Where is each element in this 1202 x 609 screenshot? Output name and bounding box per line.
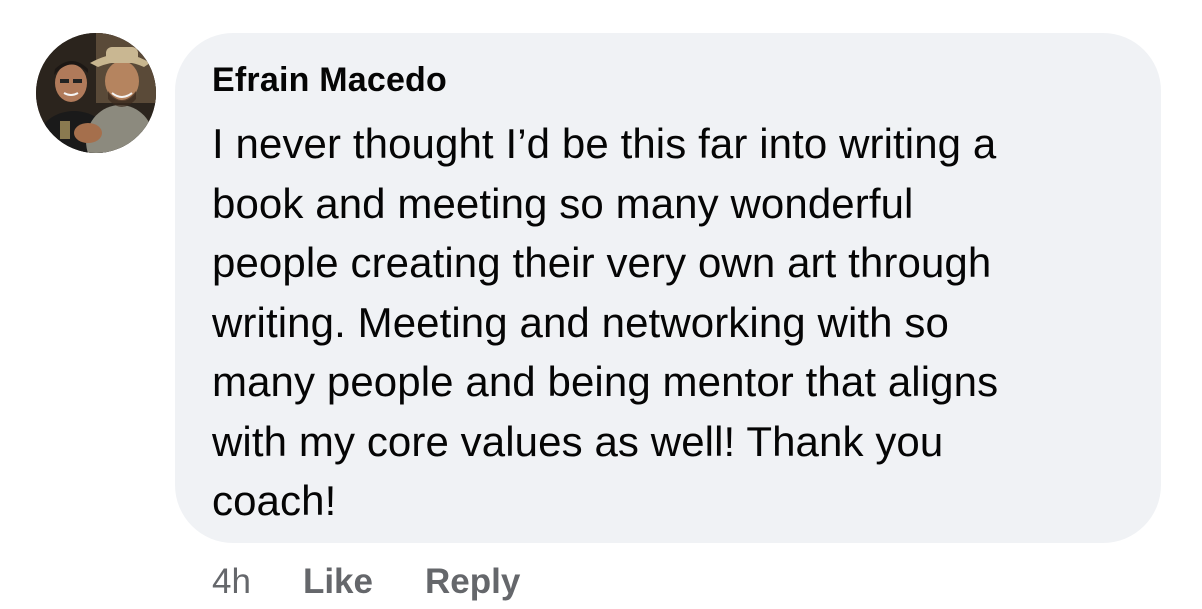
avatar-photo xyxy=(36,33,156,153)
comment-text: I never thought I’d be this far into wri… xyxy=(212,120,999,524)
comment: Efrain Macedo I never thought I’d be thi… xyxy=(0,0,1202,609)
avatar[interactable] xyxy=(36,33,156,153)
like-button[interactable]: Like xyxy=(303,562,373,602)
comment-timestamp[interactable]: 4h xyxy=(212,562,251,602)
comment-author[interactable]: Efrain Macedo xyxy=(212,60,1125,100)
comment-actions: 4h Like Reply xyxy=(212,560,572,604)
reply-button[interactable]: Reply xyxy=(425,562,520,602)
comment-bubble: Efrain Macedo I never thought I’d be thi… xyxy=(175,33,1161,543)
